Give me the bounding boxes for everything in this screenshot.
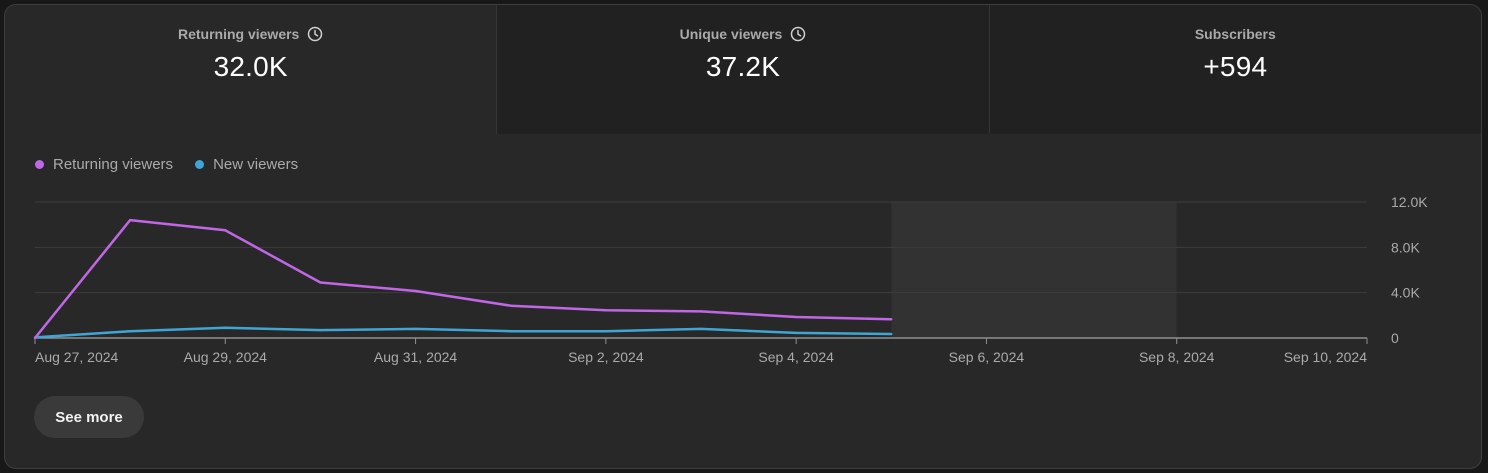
x-tick-label: Aug 27, 2024 <box>35 349 119 365</box>
x-tick-label: Aug 29, 2024 <box>184 349 268 365</box>
data-point <box>319 328 322 332</box>
data-point <box>604 330 608 333</box>
series-line-returning-viewers <box>34 218 892 339</box>
x-tick-label: Sep 2, 2024 <box>568 349 644 365</box>
data-point <box>224 326 227 329</box>
data-point <box>509 330 512 333</box>
x-tick-label: Sep 8, 2024 <box>1139 349 1215 365</box>
data-point <box>319 281 322 284</box>
data-point <box>33 336 37 340</box>
data-point <box>699 310 703 313</box>
data-point <box>794 331 798 335</box>
data-point <box>890 332 893 336</box>
see-more-button[interactable]: See more <box>34 396 144 438</box>
x-tick-label: Sep 4, 2024 <box>758 349 834 365</box>
data-point <box>509 304 512 307</box>
data-point <box>128 218 132 222</box>
line-chart: 0 4.0K 8.0K 12.0K Aug 27, 2024 Aug 29, 2024 Au… <box>33 194 1428 365</box>
y-tick-label: 0 <box>1391 330 1399 346</box>
shaded-period <box>891 202 1177 338</box>
data-point <box>794 315 798 319</box>
data-point <box>224 229 227 232</box>
data-point <box>699 327 703 331</box>
x-tick-label: Sep 10, 2024 <box>1284 349 1368 365</box>
audience-card: Returning viewers 32.0K Unique viewers 3… <box>4 4 1482 469</box>
series-line-new-viewers <box>34 326 892 339</box>
data-point <box>604 309 608 312</box>
data-point <box>890 318 893 321</box>
data-point <box>414 327 417 331</box>
y-tick-label: 8.0K <box>1391 239 1420 255</box>
y-tick-label: 4.0K <box>1391 285 1420 301</box>
data-point <box>414 289 417 293</box>
x-tick-label: Sep 6, 2024 <box>949 349 1025 365</box>
x-tick-label: Aug 31, 2024 <box>374 349 458 365</box>
y-tick-label: 12.0K <box>1391 194 1428 210</box>
data-point <box>128 330 132 333</box>
